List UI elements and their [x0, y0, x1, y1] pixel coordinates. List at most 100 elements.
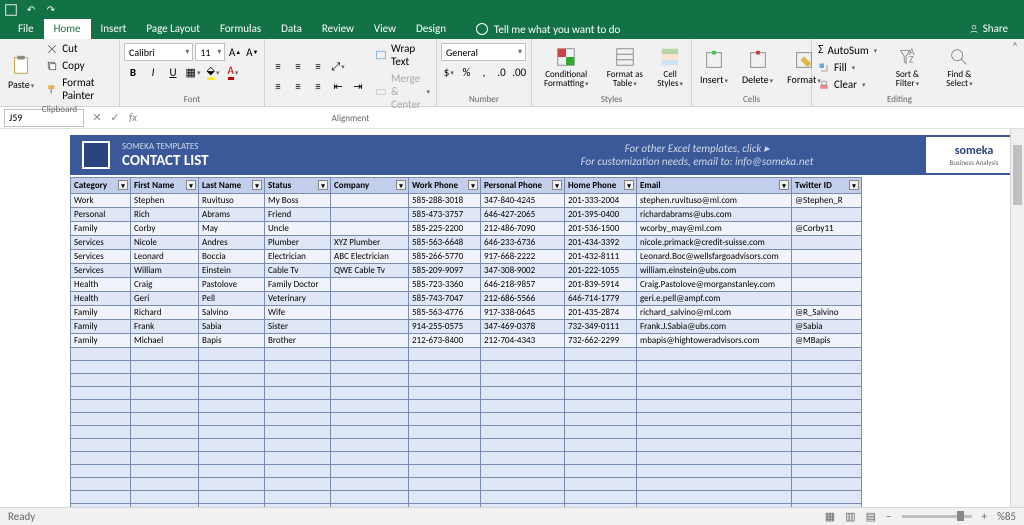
cell[interactable]: 646-233-6736 — [481, 236, 565, 250]
cell[interactable]: Plumber — [265, 236, 331, 250]
table-row[interactable] — [71, 465, 862, 478]
cell[interactable] — [409, 491, 481, 504]
cell[interactable]: Michael — [131, 334, 199, 348]
shrink-font-icon[interactable]: A▼ — [245, 43, 260, 61]
table-row[interactable]: FamilyFrankSabiaSister914-255-0575347-46… — [71, 320, 862, 334]
cell[interactable] — [481, 439, 565, 452]
cell[interactable] — [409, 452, 481, 465]
underline-button[interactable]: U — [164, 63, 182, 81]
cell[interactable] — [565, 478, 637, 491]
cell[interactable] — [131, 387, 199, 400]
cell[interactable]: Sabia — [199, 320, 265, 334]
cell[interactable] — [199, 348, 265, 361]
cell[interactable] — [331, 452, 409, 465]
autosum-button[interactable]: ΣAutoSum — [816, 42, 879, 58]
wrap-text-button[interactable]: Wrap Text — [373, 41, 432, 69]
cell[interactable] — [131, 452, 199, 465]
column-header[interactable]: Company▾ — [331, 178, 409, 194]
cell[interactable] — [71, 348, 131, 361]
view-layout-icon[interactable]: ▥ — [845, 510, 855, 523]
cell[interactable]: 646-427-2065 — [481, 208, 565, 222]
paste-button[interactable]: Paste — [4, 41, 38, 103]
cell[interactable] — [565, 387, 637, 400]
redo-icon[interactable]: ↷ — [44, 3, 58, 17]
cell[interactable]: Boccia — [199, 250, 265, 264]
cell[interactable]: Sister — [265, 320, 331, 334]
cell[interactable]: Frank — [131, 320, 199, 334]
cell[interactable]: 212-486-7090 — [481, 222, 565, 236]
italic-button[interactable]: I — [144, 63, 162, 81]
cell[interactable]: 585-209-9097 — [409, 264, 481, 278]
font-color-button[interactable]: A — [224, 63, 242, 81]
cell[interactable] — [331, 222, 409, 236]
format-as-table-button[interactable]: Format as Table — [602, 41, 647, 93]
view-pagebreak-icon[interactable]: ▤ — [866, 510, 876, 523]
cell[interactable] — [409, 348, 481, 361]
comma-icon[interactable]: , — [476, 63, 492, 81]
font-size-combo[interactable]: 11 — [195, 43, 225, 61]
cell[interactable] — [792, 348, 862, 361]
cell[interactable] — [565, 491, 637, 504]
zoom-out-icon[interactable]: − — [886, 510, 891, 523]
cell[interactable] — [265, 439, 331, 452]
filter-icon[interactable]: ▾ — [779, 180, 789, 190]
cell[interactable]: XYZ Plumber — [331, 236, 409, 250]
cell[interactable] — [792, 236, 862, 250]
cell[interactable] — [481, 374, 565, 387]
cell[interactable]: May — [199, 222, 265, 236]
inc-decimal-icon[interactable]: .0 — [494, 63, 510, 81]
cell[interactable]: 201-839-5914 — [565, 278, 637, 292]
cell[interactable] — [331, 439, 409, 452]
delete-cells-button[interactable]: Delete — [738, 41, 777, 93]
cell[interactable]: 585-563-4776 — [409, 306, 481, 320]
table-row[interactable]: HealthGeriPellVeterinary585-743-7047212-… — [71, 292, 862, 306]
cell[interactable] — [637, 361, 792, 374]
cell[interactable] — [71, 478, 131, 491]
cell[interactable] — [481, 465, 565, 478]
cell[interactable]: Family Doctor — [265, 278, 331, 292]
cell[interactable] — [409, 413, 481, 426]
cell[interactable] — [131, 426, 199, 439]
tab-view[interactable]: View — [364, 19, 406, 39]
border-button[interactable]: ▦ — [184, 63, 202, 81]
save-icon[interactable] — [4, 3, 18, 17]
cell[interactable]: nicole.primack@credit-suisse.com — [637, 236, 792, 250]
filter-icon[interactable]: ▾ — [552, 180, 562, 190]
cell[interactable]: 585-743-7047 — [409, 292, 481, 306]
cell[interactable] — [199, 374, 265, 387]
merge-center-button[interactable]: Merge & Center — [373, 71, 432, 112]
table-row[interactable] — [71, 387, 862, 400]
orientation-icon[interactable]: ⤢ — [329, 58, 347, 76]
cell[interactable] — [331, 491, 409, 504]
cell[interactable] — [792, 465, 862, 478]
column-header[interactable]: Personal Phone▾ — [481, 178, 565, 194]
indent-inc-icon[interactable]: ⇥ — [349, 78, 367, 96]
table-row[interactable] — [71, 491, 862, 504]
table-row[interactable]: FamilyCorbyMayUncle585-225-2200212-486-7… — [71, 222, 862, 236]
fx-icon[interactable]: fx — [124, 109, 142, 127]
cell[interactable] — [199, 361, 265, 374]
cell[interactable] — [265, 361, 331, 374]
insert-cells-button[interactable]: Insert — [696, 41, 732, 93]
cell[interactable] — [792, 387, 862, 400]
align-right-icon[interactable]: ≡ — [309, 78, 327, 96]
cell[interactable] — [792, 250, 862, 264]
table-row[interactable] — [71, 374, 862, 387]
cell[interactable] — [265, 452, 331, 465]
cell[interactable] — [481, 387, 565, 400]
zoom-level[interactable]: %85 — [997, 510, 1016, 523]
cell[interactable] — [637, 400, 792, 413]
cell[interactable]: @Sabia — [792, 320, 862, 334]
cell[interactable] — [199, 478, 265, 491]
cell[interactable] — [792, 413, 862, 426]
cell[interactable] — [199, 452, 265, 465]
cell[interactable] — [331, 194, 409, 208]
align-bottom-icon[interactable]: ≡ — [309, 58, 327, 76]
cell[interactable] — [637, 452, 792, 465]
banner-link[interactable]: For other Excel templates, click ▸ — [625, 142, 770, 155]
format-painter-button[interactable]: Format Painter — [44, 75, 115, 103]
cell[interactable]: Craig — [131, 278, 199, 292]
cell[interactable] — [481, 348, 565, 361]
cell[interactable]: Craig.Pastolove@morganstanley.com — [637, 278, 792, 292]
table-row[interactable] — [71, 413, 862, 426]
